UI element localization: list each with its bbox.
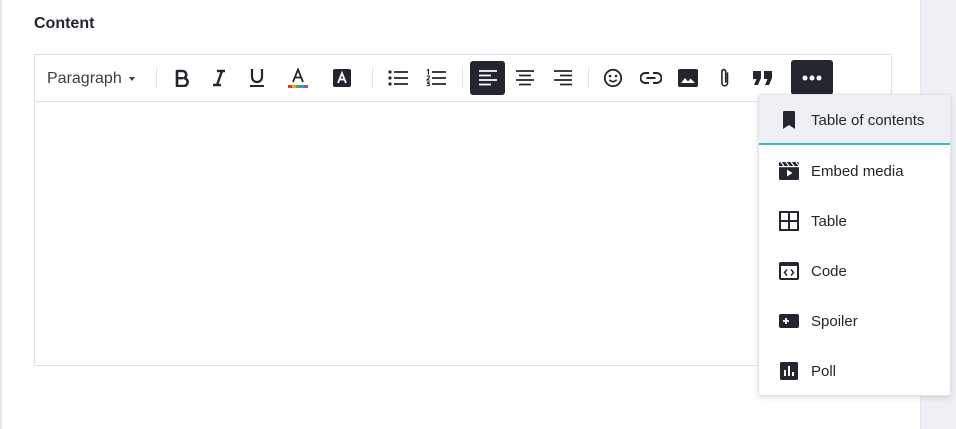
link-icon [640, 72, 662, 84]
highlight-button[interactable] [325, 61, 359, 95]
quote-button[interactable] [746, 61, 780, 95]
menu-item-code[interactable]: Code [759, 246, 950, 296]
toolbar-divider [156, 67, 157, 89]
text-color-icon [288, 68, 308, 88]
menu-item-label: Code [811, 263, 847, 280]
menu-item-label: Spoiler [811, 313, 858, 330]
quote-icon [753, 71, 772, 85]
toolbar-divider [588, 67, 589, 89]
field-label: Content [34, 15, 95, 32]
video-icon [779, 161, 799, 181]
italic-icon [213, 69, 225, 87]
align-left-icon [478, 70, 497, 86]
numbered-list-button[interactable] [419, 61, 453, 95]
image-button[interactable] [671, 61, 705, 95]
numbered-list-icon [426, 69, 446, 87]
emoji-button[interactable] [596, 61, 630, 95]
menu-item-table-of-contents[interactable]: Table of contents [759, 95, 950, 145]
image-icon [678, 69, 698, 87]
align-right-button[interactable] [546, 61, 580, 95]
menu-item-label: Table of contents [811, 112, 925, 129]
menu-item-poll[interactable]: Poll [759, 346, 950, 396]
link-button[interactable] [634, 61, 668, 95]
menu-item-label: Table [811, 213, 847, 230]
toolbar-divider [462, 67, 463, 89]
align-right-icon [554, 70, 572, 86]
menu-item-table[interactable]: Table [759, 196, 950, 246]
table-icon [779, 211, 799, 231]
menu-item-label: Embed media [811, 163, 904, 180]
more-options-menu: Table of contents Embed media Table Code… [758, 94, 951, 396]
more-button[interactable] [791, 60, 833, 95]
chevron-down-icon [128, 77, 135, 81]
spoiler-icon [779, 311, 799, 331]
highlight-icon [333, 69, 351, 87]
align-center-button[interactable] [508, 61, 542, 95]
bulleted-list-icon [388, 70, 408, 86]
bold-button[interactable] [165, 61, 199, 95]
menu-item-spoiler[interactable]: Spoiler [759, 296, 950, 346]
underline-icon [250, 69, 264, 87]
block-format-dropdown[interactable]: Paragraph [47, 68, 135, 90]
code-icon [779, 261, 799, 281]
align-center-icon [516, 70, 534, 86]
bold-icon [175, 69, 189, 87]
attachment-button[interactable] [708, 61, 742, 95]
bulleted-list-button[interactable] [381, 61, 415, 95]
bookmark-icon [779, 110, 799, 130]
emoji-icon [603, 68, 623, 88]
italic-button[interactable] [202, 61, 236, 95]
poll-icon [779, 361, 799, 381]
more-dots-icon [802, 75, 822, 80]
paperclip-icon [721, 68, 729, 87]
align-left-button[interactable] [470, 61, 505, 95]
text-color-button[interactable] [281, 61, 315, 95]
toolbar-divider [372, 67, 373, 89]
menu-item-embed-media[interactable]: Embed media [759, 146, 950, 196]
block-format-label: Paragraph [47, 70, 122, 87]
menu-item-label: Poll [811, 363, 837, 380]
underline-button[interactable] [240, 61, 274, 95]
